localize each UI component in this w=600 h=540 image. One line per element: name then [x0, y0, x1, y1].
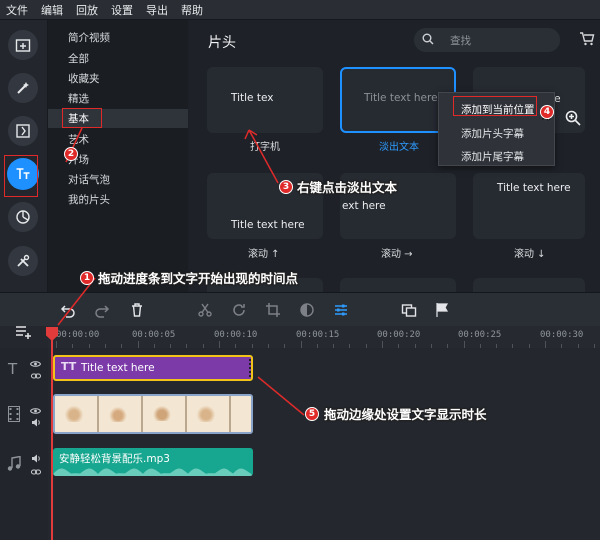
annotation-step-5: 拖动边缘处设置文字显示时长: [324, 407, 487, 422]
annotation-arrows: [57, 127, 305, 416]
annotation-number: 3: [279, 180, 293, 194]
annotation-number: 1: [80, 271, 94, 285]
annotation-number: 2: [64, 147, 78, 161]
annotation-number: 5: [305, 407, 319, 421]
annotation-step-3: 右键点击淡出文本: [297, 180, 398, 195]
annotation-step-1: 拖动进度条到文字开始出现的时间点: [98, 271, 299, 286]
annotation-number: 4: [540, 105, 554, 119]
